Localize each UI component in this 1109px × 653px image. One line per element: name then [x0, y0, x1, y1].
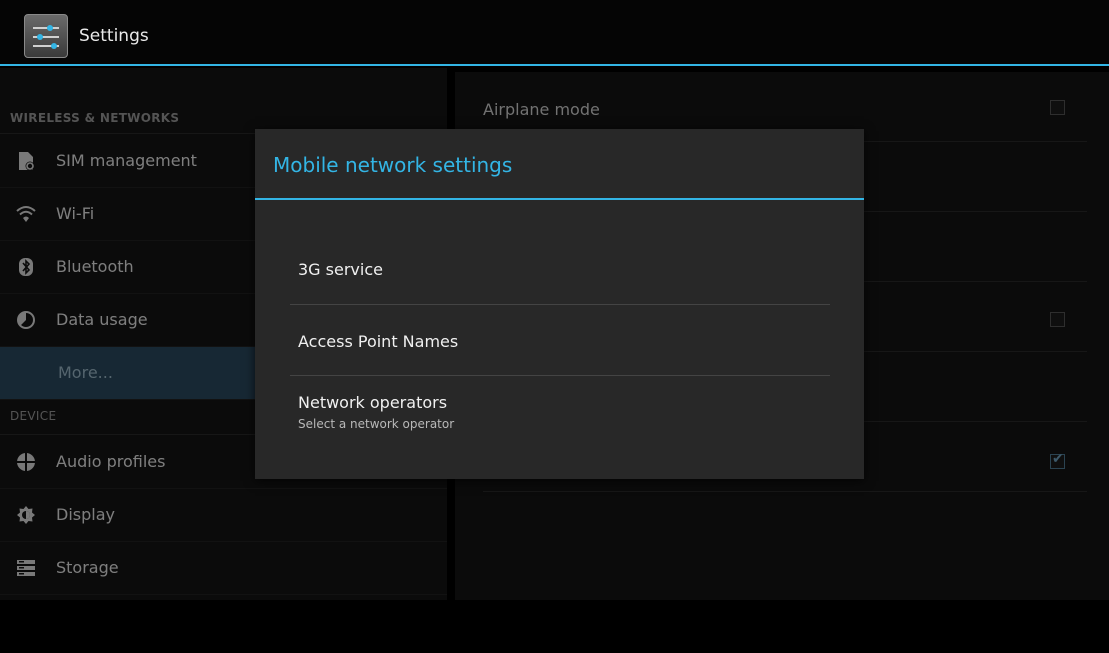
mobile-network-settings-dialog: Mobile network settings 3G service Acces… — [255, 129, 864, 479]
action-bar: Settings — [0, 0, 1109, 66]
dialog-item-label: 3G service — [298, 260, 383, 279]
dialog-item-label: Network operators — [298, 393, 448, 412]
system-bar — [0, 600, 1109, 653]
dialog-title: Mobile network settings — [273, 153, 513, 177]
settings-sliders-icon[interactable] — [24, 14, 68, 58]
dialog-item-access-point-names[interactable]: Access Point Names — [290, 305, 830, 376]
dialog-title-divider — [255, 198, 864, 200]
dialog-item-network-operators[interactable]: Network operators Select a network opera… — [290, 376, 830, 447]
dialog-item-label: Access Point Names — [298, 332, 459, 351]
app-title: Settings — [79, 26, 149, 46]
dialog-item-3g-service[interactable]: 3G service — [290, 234, 830, 305]
settings-screen: Settings WIRELESS & NETWORKS SIM managem… — [0, 0, 1109, 653]
dialog-item-summary: Select a network operator — [298, 417, 455, 431]
